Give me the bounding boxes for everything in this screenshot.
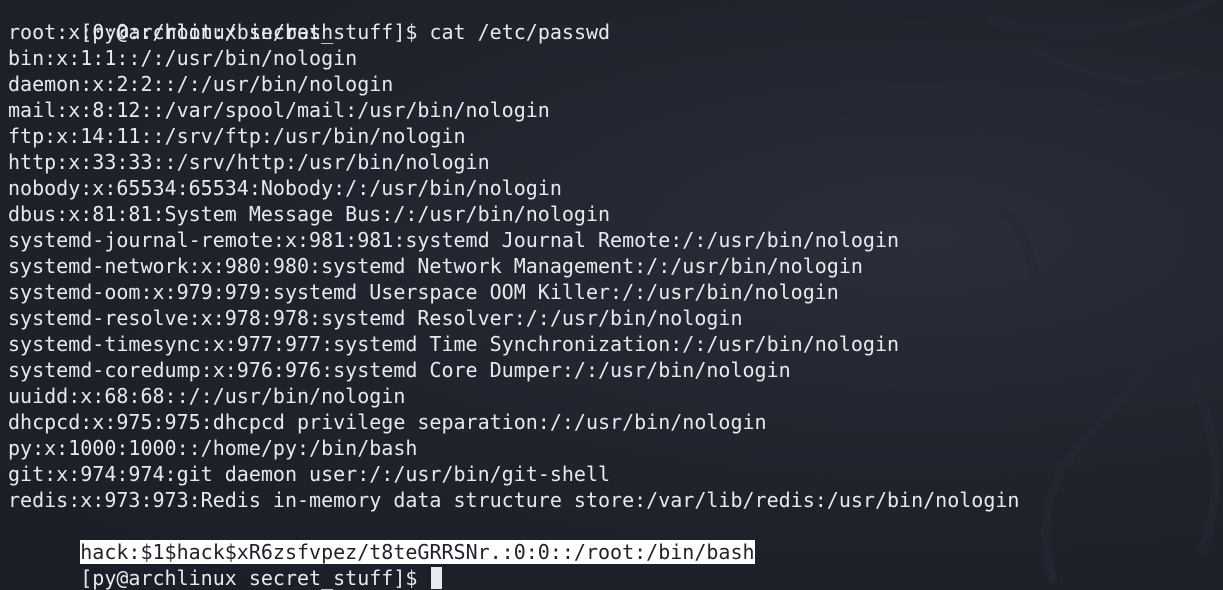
output-line: nobody:x:65534:65534:Nobody:/:/usr/bin/n…: [8, 176, 562, 200]
highlighted-output-line[interactable]: hack:$1$hack$xR6zsfvpez/t8teGRRSNr.:0:0:…: [8, 513, 1019, 564]
output-line: http:x:33:33::/srv/http:/usr/bin/nologin: [8, 150, 490, 174]
output-line: systemd-network:x:980:980:systemd Networ…: [8, 254, 863, 278]
terminal-output: [py@archlinux secret_stuff]$ cat /etc/pa…: [8, 0, 1020, 590]
output-line: git:x:974:974:git daemon user:/:/usr/bin…: [8, 462, 611, 486]
output-line: ftp:x:14:11::/srv/ftp:/usr/bin/nologin: [8, 124, 466, 148]
text-cursor: [431, 567, 443, 589]
output-line: py:x:1000:1000::/home/py:/bin/bash: [8, 436, 418, 460]
command-text: cat /etc/passwd: [429, 20, 611, 44]
output-line: systemd-journal-remote:x:981:981:systemd…: [8, 228, 900, 252]
command-line: [py@archlinux secret_stuff]$ cat /etc/pa…: [8, 0, 1019, 44]
prompt: [py@archlinux secret_stuff]$: [80, 566, 430, 590]
output-line: mail:x:8:12::/var/spool/mail:/usr/bin/no…: [8, 98, 550, 122]
output-line: daemon:x:2:2::/:/usr/bin/nologin: [8, 72, 394, 96]
output-line: systemd-oom:x:979:979:systemd Userspace …: [8, 280, 839, 304]
terminal-window[interactable]: [py@archlinux secret_stuff]$ cat /etc/pa…: [0, 0, 1223, 590]
output-line: systemd-timesync:x:977:977:systemd Time …: [8, 332, 900, 356]
output-line: uuidd:x:68:68::/:/usr/bin/nologin: [8, 384, 406, 408]
output-line: dbus:x:81:81:System Message Bus:/:/usr/b…: [8, 202, 611, 226]
output-line: systemd-coredump:x:976:976:systemd Core …: [8, 358, 791, 382]
output-line: bin:x:1:1::/:/usr/bin/nologin: [8, 46, 358, 70]
output-line: dhcpcd:x:975:975:dhcpcd privilege separa…: [8, 410, 767, 434]
output-line: redis:x:973:973:Redis in-memory data str…: [8, 488, 1020, 512]
output-line: systemd-resolve:x:978:978:systemd Resolv…: [8, 306, 743, 330]
selected-text[interactable]: hack:$1$hack$xR6zsfvpez/t8teGRRSNr.:0:0:…: [80, 540, 755, 564]
